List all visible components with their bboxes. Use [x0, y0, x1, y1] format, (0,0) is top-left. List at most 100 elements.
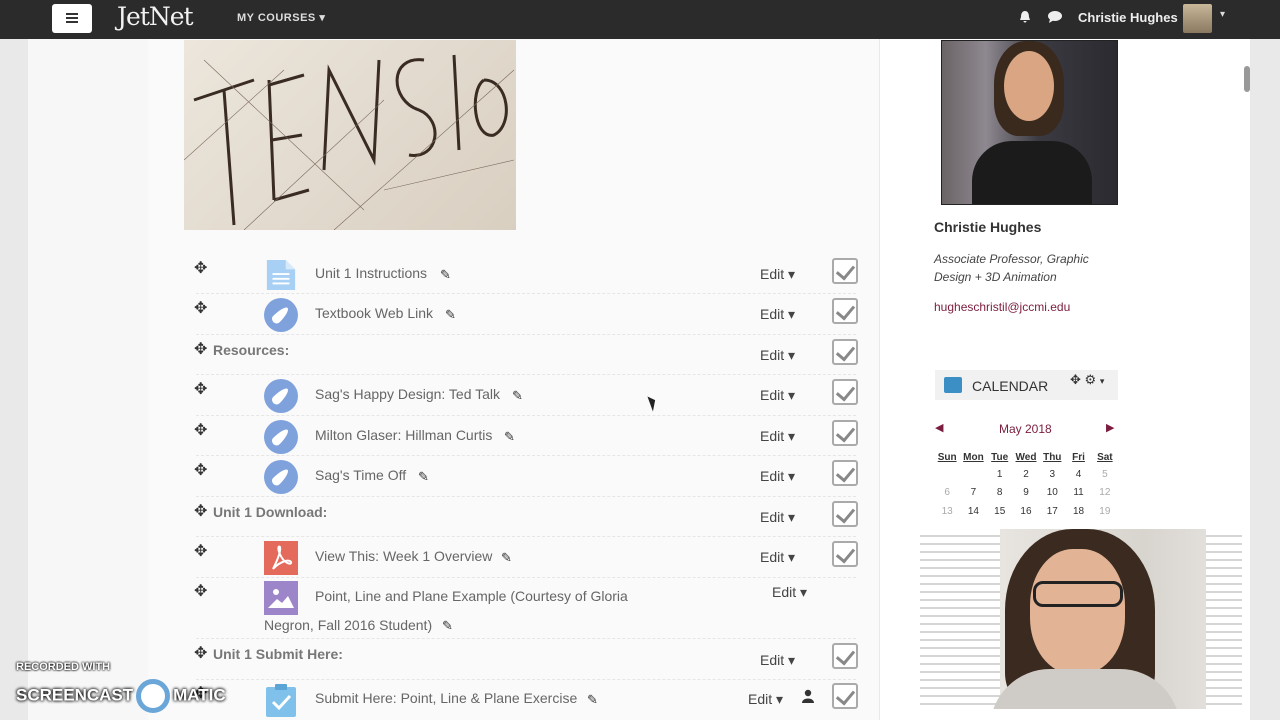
drag-handle-icon[interactable]: ✥	[194, 501, 207, 521]
edit-dropdown[interactable]: Edit ▾	[760, 652, 795, 669]
drag-handle-icon[interactable]: ✥	[194, 460, 207, 480]
my-courses-menu[interactable]: MY COURSES ▾	[237, 11, 325, 24]
drag-handle-icon[interactable]: ✥	[194, 643, 207, 663]
chat-icon[interactable]	[1047, 10, 1063, 24]
calendar-day[interactable]: 18	[1065, 502, 1091, 521]
calendar-day-header: Tue	[991, 451, 1009, 463]
drag-handle-icon[interactable]: ✥	[194, 298, 207, 318]
drag-handle-icon[interactable]: ✥	[194, 258, 207, 278]
item-title[interactable]: Submit Here: Point, Line & Plane Exercis…	[315, 690, 577, 706]
completion-checkbox[interactable]	[832, 460, 858, 486]
completion-checkbox[interactable]	[832, 541, 858, 567]
completion-checkbox[interactable]	[832, 420, 858, 446]
list-item: ✥ Point, Line and Plane Example (Courtes…	[184, 581, 864, 637]
calendar-day[interactable]: 17	[1039, 502, 1065, 521]
calendar-day[interactable]: 7	[960, 484, 986, 503]
completion-checkbox[interactable]	[832, 258, 858, 284]
calendar-day[interactable]: 10	[1039, 484, 1065, 503]
completion-checkbox[interactable]	[832, 643, 858, 669]
user-avatar[interactable]	[1183, 4, 1212, 33]
item-title[interactable]: Point, Line and Plane Example (Courtesy …	[315, 588, 628, 604]
item-title[interactable]: Sag's Time Off	[315, 467, 406, 483]
compass-icon	[264, 460, 298, 494]
calendar-day[interactable]: 2	[1013, 465, 1039, 484]
completion-checkbox[interactable]	[832, 683, 858, 709]
edit-title-pencil-icon[interactable]: ✎	[418, 469, 429, 485]
completion-checkbox[interactable]	[832, 501, 858, 527]
watermark-brand-b: MATIC	[173, 685, 226, 705]
edit-dropdown[interactable]: Edit ▾	[772, 584, 807, 601]
edit-dropdown[interactable]: Edit ▾	[760, 347, 795, 364]
item-title[interactable]: Sag's Happy Design: Ted Talk	[315, 386, 500, 402]
edit-dropdown[interactable]: Edit ▾	[760, 428, 795, 445]
calendar-month-label[interactable]: May 2018	[999, 422, 1052, 436]
completion-checkbox[interactable]	[832, 298, 858, 324]
calendar-day-header: Sat	[1097, 451, 1113, 463]
assignment-icon	[266, 684, 296, 717]
calendar-day[interactable]: 1	[987, 465, 1013, 484]
item-title[interactable]: Unit 1 Instructions	[315, 265, 427, 281]
edit-dropdown[interactable]: Edit ▾	[760, 509, 795, 526]
edit-title-pencil-icon[interactable]: ✎	[442, 618, 453, 634]
calendar-day[interactable]: 9	[1013, 484, 1039, 503]
edit-label: Edit	[760, 266, 785, 282]
calendar-next-month-icon[interactable]: ▶	[1106, 421, 1114, 434]
edit-dropdown[interactable]: Edit ▾	[760, 468, 795, 485]
list-item: ✥ Submit Here: Point, Line & Plane Exerc…	[184, 683, 864, 720]
calendar-day[interactable]: 13	[934, 502, 960, 521]
section-title: Unit 1 Submit Here:	[213, 646, 343, 662]
compass-icon	[264, 420, 298, 454]
edit-dropdown[interactable]: Edit ▾	[748, 691, 783, 708]
edit-title-pencil-icon[interactable]: ✎	[440, 267, 451, 283]
edit-dropdown[interactable]: Edit ▾	[760, 266, 795, 283]
hamburger-menu-button[interactable]	[52, 4, 92, 33]
calendar-day[interactable]: 3	[1039, 465, 1065, 484]
drag-handle-icon[interactable]: ✥	[194, 379, 207, 399]
calendar-day[interactable]: 19	[1092, 502, 1118, 521]
user-menu-caret-icon[interactable]: ▾	[1220, 9, 1225, 20]
calendar-day[interactable]: 15	[987, 502, 1013, 521]
chevron-down-icon[interactable]: ▾	[1100, 376, 1105, 386]
calendar-day[interactable]: 4	[1065, 465, 1091, 484]
calendar-day[interactable]: 8	[987, 484, 1013, 503]
user-restriction-icon[interactable]	[802, 689, 814, 703]
calendar-day[interactable]: 16	[1013, 502, 1039, 521]
edit-title-pencil-icon[interactable]: ✎	[587, 692, 598, 708]
calendar-day[interactable]: 5	[1092, 465, 1118, 484]
edit-label: Edit	[772, 584, 797, 600]
section-title: Unit 1 Download:	[213, 504, 328, 520]
completion-checkbox[interactable]	[832, 339, 858, 365]
item-title[interactable]: Textbook Web Link	[315, 305, 433, 321]
site-logo[interactable]: JetNet	[117, 2, 194, 31]
drag-handle-icon[interactable]: ✥	[194, 339, 207, 359]
scrollbar-thumb[interactable]	[1244, 66, 1250, 92]
edit-dropdown[interactable]: Edit ▾	[760, 549, 795, 566]
calendar-day[interactable]: 6	[934, 484, 960, 503]
bell-icon[interactable]	[1018, 10, 1032, 24]
completion-checkbox[interactable]	[832, 379, 858, 405]
item-title[interactable]: View This: Week 1 Overview	[315, 548, 492, 564]
edit-label: Edit	[760, 347, 785, 363]
user-name[interactable]: Christie Hughes	[1078, 10, 1178, 25]
gear-icon[interactable]: ⚙	[1085, 372, 1097, 387]
edit-title-pencil-icon[interactable]: ✎	[445, 307, 456, 323]
edit-dropdown[interactable]: Edit ▾	[760, 306, 795, 323]
pdf-icon	[264, 541, 298, 575]
drag-handle-icon[interactable]: ✥	[194, 581, 207, 601]
calendar-day[interactable]: 11	[1065, 484, 1091, 503]
edit-title-pencil-icon[interactable]: ✎	[501, 550, 512, 566]
item-title[interactable]: Milton Glaser: Hillman Curtis	[315, 427, 492, 443]
edit-title-pencil-icon[interactable]: ✎	[512, 388, 523, 404]
calendar-block-controls[interactable]: ✥ ⚙ ▾	[1070, 372, 1104, 388]
calendar-day[interactable]: 12	[1092, 484, 1118, 503]
edit-dropdown[interactable]: Edit ▾	[760, 387, 795, 404]
item-title-continued[interactable]: Negron, Fall 2016 Student)	[264, 617, 432, 633]
profile-email-link[interactable]: hugheschristil@jccmi.edu	[934, 300, 1070, 314]
move-icon[interactable]: ✥	[1070, 372, 1081, 387]
page-gutter	[28, 39, 148, 720]
calendar-prev-month-icon[interactable]: ◀	[935, 421, 943, 434]
drag-handle-icon[interactable]: ✥	[194, 420, 207, 440]
drag-handle-icon[interactable]: ✥	[194, 541, 207, 561]
edit-title-pencil-icon[interactable]: ✎	[504, 429, 515, 445]
calendar-day[interactable]: 14	[960, 502, 986, 521]
